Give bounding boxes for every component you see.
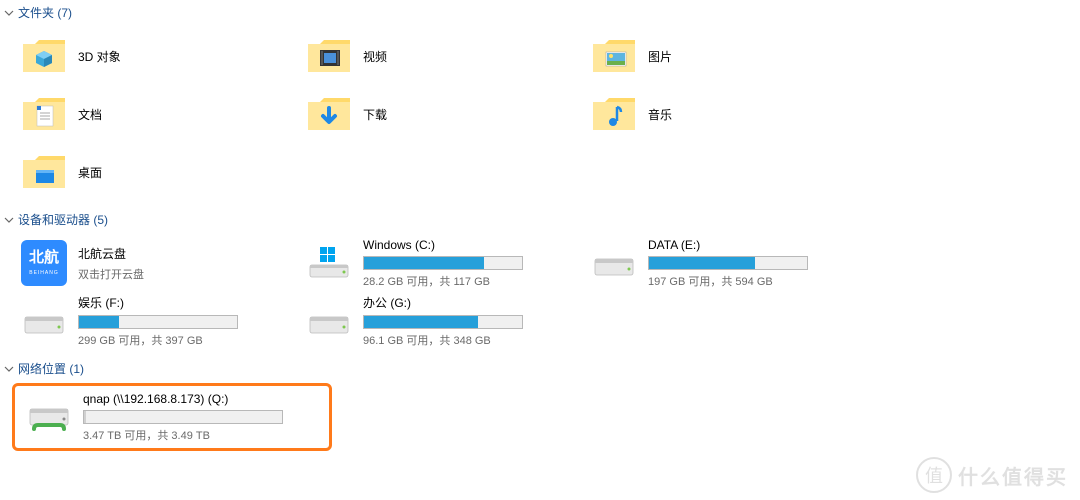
chevron-down-icon bbox=[4, 364, 14, 374]
folder-documents[interactable]: 文档 bbox=[12, 85, 297, 143]
folders-section-header[interactable]: 文件夹 (7) bbox=[4, 2, 1076, 23]
drive-icon bbox=[305, 297, 353, 345]
folder-3d-objects[interactable]: 3D 对象 bbox=[12, 27, 297, 85]
drive-icon-system bbox=[305, 239, 353, 287]
drive-status: 96.1 GB 可用，共 348 GB bbox=[363, 332, 574, 348]
network-section-header[interactable]: 网络位置 (1) bbox=[4, 358, 1076, 379]
drive-status: 3.47 TB 可用，共 3.49 TB bbox=[83, 427, 319, 443]
drive-usage-bar bbox=[363, 256, 523, 270]
section-title: 设备和驱动器 (5) bbox=[18, 211, 108, 228]
drive-office-g[interactable]: 办公 (G:) 96.1 GB 可用，共 348 GB bbox=[297, 292, 582, 350]
folder-label: 视频 bbox=[353, 48, 387, 65]
network-drive-qnap-q[interactable]: qnap (\\192.168.8.173) (Q:) 3.47 TB 可用，共… bbox=[17, 388, 327, 446]
drive-usage-bar bbox=[363, 315, 523, 329]
section-title: 网络位置 (1) bbox=[18, 360, 84, 377]
app-subtitle: 双击打开云盘 bbox=[78, 266, 289, 282]
drive-status: 197 GB 可用，共 594 GB bbox=[648, 273, 859, 289]
section-title: 文件夹 (7) bbox=[18, 4, 72, 21]
drive-status: 28.2 GB 可用，共 117 GB bbox=[363, 273, 574, 289]
drive-icon bbox=[590, 239, 638, 287]
cloud-app-icon: 北航 BEIHANG bbox=[20, 239, 68, 287]
drive-data-e[interactable]: DATA (E:) 197 GB 可用，共 594 GB bbox=[582, 234, 867, 292]
folder-downloads[interactable]: 下载 bbox=[297, 85, 582, 143]
drive-usage-bar bbox=[83, 410, 283, 424]
svg-text:北航: 北航 bbox=[29, 248, 59, 266]
folder-icon-video bbox=[305, 32, 353, 80]
folder-label: 文档 bbox=[68, 106, 102, 123]
drive-usage-bar bbox=[78, 315, 238, 329]
folder-music[interactable]: 音乐 bbox=[582, 85, 867, 143]
cloud-app-beihang[interactable]: 北航 BEIHANG 北航云盘 双击打开云盘 bbox=[12, 234, 297, 292]
drive-title: Windows (C:) bbox=[363, 238, 574, 252]
drive-entertainment-f[interactable]: 娱乐 (F:) 299 GB 可用，共 397 GB bbox=[12, 292, 297, 350]
drive-status: 299 GB 可用，共 397 GB bbox=[78, 332, 289, 348]
app-title: 北航云盘 bbox=[78, 245, 289, 262]
chevron-down-icon bbox=[4, 8, 14, 18]
folder-pictures[interactable]: 图片 bbox=[582, 27, 867, 85]
drives-section-header[interactable]: 设备和驱动器 (5) bbox=[4, 209, 1076, 230]
watermark-icon: 值 bbox=[916, 457, 952, 493]
highlighted-network-drive: qnap (\\192.168.8.173) (Q:) 3.47 TB 可用，共… bbox=[12, 383, 332, 451]
drive-icon bbox=[20, 297, 68, 345]
chevron-down-icon bbox=[4, 215, 14, 225]
drive-title: 办公 (G:) bbox=[363, 294, 574, 311]
watermark: 值 什么值得买 bbox=[900, 450, 1080, 500]
drive-title: qnap (\\192.168.8.173) (Q:) bbox=[83, 392, 319, 406]
folder-label: 3D 对象 bbox=[68, 48, 121, 65]
network-drive-icon bbox=[25, 393, 73, 441]
drive-title: DATA (E:) bbox=[648, 238, 859, 252]
folder-label: 桌面 bbox=[68, 164, 102, 181]
folder-desktop[interactable]: 桌面 bbox=[12, 143, 297, 201]
folder-label: 图片 bbox=[638, 48, 672, 65]
watermark-text: 什么值得买 bbox=[958, 461, 1068, 490]
drive-windows-c[interactable]: Windows (C:) 28.2 GB 可用，共 117 GB bbox=[297, 234, 582, 292]
folder-icon-3d bbox=[20, 32, 68, 80]
drive-title: 娱乐 (F:) bbox=[78, 294, 289, 311]
folder-label: 音乐 bbox=[638, 106, 672, 123]
svg-text:BEIHANG: BEIHANG bbox=[29, 270, 59, 276]
folder-icon-desktop bbox=[20, 148, 68, 196]
folder-videos[interactable]: 视频 bbox=[297, 27, 582, 85]
drive-usage-bar bbox=[648, 256, 808, 270]
folder-icon-music bbox=[590, 90, 638, 138]
folder-label: 下载 bbox=[353, 106, 387, 123]
folder-icon-documents bbox=[20, 90, 68, 138]
folder-icon-pictures bbox=[590, 32, 638, 80]
folder-icon-downloads bbox=[305, 90, 353, 138]
